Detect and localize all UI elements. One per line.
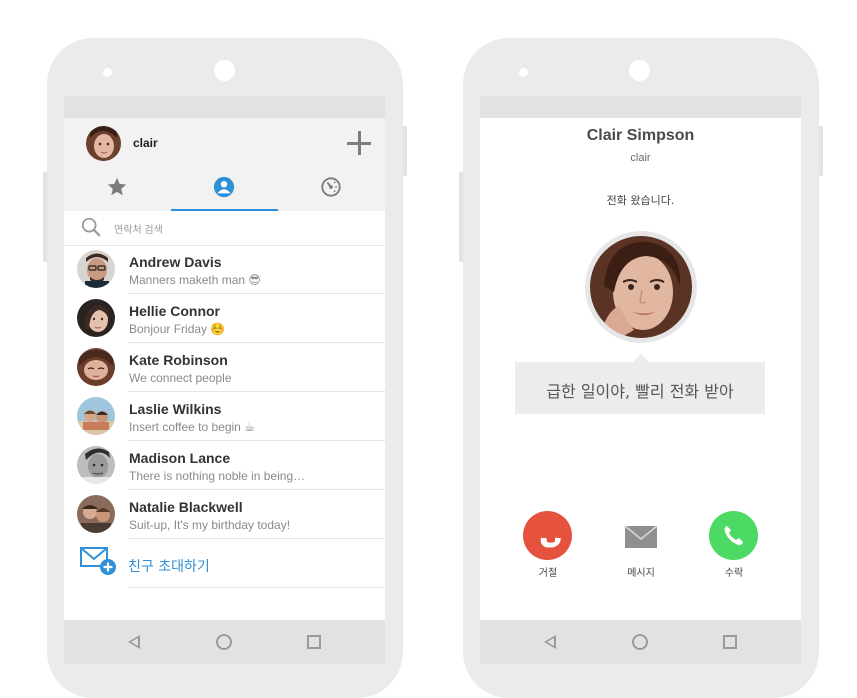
decline-phone-icon (540, 537, 561, 548)
profile-name: clair (133, 136, 158, 150)
contact-name: Hellie Connor (129, 303, 221, 319)
search-icon (81, 217, 101, 237)
caller-username: clair (630, 152, 651, 164)
front-camera (214, 60, 235, 81)
accept-button[interactable]: 수락 (704, 511, 764, 581)
person-icon (213, 176, 235, 198)
profile-avatar[interactable] (86, 126, 121, 161)
proximity-sensor (103, 68, 112, 77)
contact-name: Kate Robinson (129, 352, 228, 368)
nav-bar (64, 620, 385, 664)
decline-label: 거절 (538, 568, 558, 579)
divider (128, 587, 385, 588)
message-label: 메시지 (627, 568, 655, 579)
contact-status: There is nothing noble in being… (129, 469, 306, 483)
invite-label: 친구 초대하기 (128, 559, 210, 575)
avatar (77, 397, 115, 435)
contact-status: Suit-up, It's my birthday today! (129, 518, 291, 532)
home-icon[interactable] (632, 634, 648, 650)
search-input[interactable]: 연락처 검색 (114, 221, 163, 236)
back-icon[interactable] (544, 635, 556, 649)
tab-recent[interactable] (278, 173, 385, 211)
decline-button[interactable]: 거절 (518, 511, 578, 581)
message-bubble: 급한 일이야, 빨리 전화 받아 (515, 354, 765, 414)
phone-contacts: clair 연락처 검색 Andrew Davis Manners maketh… (43, 38, 407, 698)
contact-row[interactable]: Laslie Wilkins Insert coffee to begin ☕ (64, 392, 385, 441)
contact-status: We connect people (129, 371, 232, 385)
message-text: 급한 일이야, 빨리 전화 받아 (546, 382, 734, 401)
tab-favorites[interactable] (64, 173, 171, 211)
home-icon[interactable] (216, 634, 232, 650)
caller-avatar (585, 231, 697, 343)
avatar (77, 299, 115, 337)
contact-row[interactable]: Andrew Davis Manners maketh man 😎 (64, 245, 385, 294)
contact-name: Madison Lance (129, 450, 231, 466)
decline-circle[interactable] (523, 511, 572, 560)
phone-call: Clair Simpson clair 전화 왔습니다. 급한 일이야, 빨리 … (459, 38, 823, 698)
contacts-header: clair (64, 118, 385, 211)
message-button[interactable]: 메시지 (611, 511, 671, 581)
incoming-call-screen: Clair Simpson clair 전화 왔습니다. 급한 일이야, 빨리 … (480, 96, 801, 664)
volume-button (459, 172, 463, 262)
contacts-screen: clair 연락처 검색 Andrew Davis Manners maketh… (64, 96, 385, 664)
recent-dial-icon (321, 177, 341, 197)
back-icon[interactable] (128, 635, 140, 649)
power-button (819, 126, 823, 176)
avatar (77, 495, 115, 533)
proximity-sensor (519, 68, 528, 77)
status-bar (480, 96, 801, 118)
contact-name: Laslie Wilkins (129, 401, 222, 417)
contact-row[interactable]: Natalie Blackwell Suit-up, It's my birth… (64, 490, 385, 539)
invite-mail-icon (80, 547, 116, 575)
contact-name: Andrew Davis (129, 254, 222, 270)
avatar (77, 250, 115, 288)
contact-row[interactable]: Kate Robinson We connect people (64, 343, 385, 392)
contact-row[interactable]: Hellie Connor Bonjour Friday ☺️ (64, 294, 385, 343)
contact-status: Manners maketh man 😎 (129, 273, 261, 287)
contact-name: Natalie Blackwell (129, 499, 243, 515)
contact-search[interactable]: 연락처 검색 (64, 211, 385, 246)
accept-phone-icon (724, 526, 743, 545)
envelope-icon (624, 525, 658, 548)
contact-status: Bonjour Friday ☺️ (129, 322, 226, 336)
recent-apps-icon[interactable] (723, 635, 737, 649)
avatar (77, 348, 115, 386)
power-button (403, 126, 407, 176)
recent-apps-icon[interactable] (307, 635, 321, 649)
caller-name: Clair Simpson (586, 127, 695, 144)
avatar (77, 446, 115, 484)
accept-circle[interactable] (709, 511, 758, 560)
nav-bar (480, 620, 801, 664)
contact-status: Insert coffee to begin ☕ (129, 420, 255, 434)
volume-button (43, 172, 47, 262)
accept-label: 수락 (724, 568, 744, 579)
incoming-call-text: 전화 왔습니다. (606, 194, 675, 207)
star-icon (107, 177, 127, 196)
tab-contacts[interactable] (171, 173, 278, 211)
add-contact-button[interactable] (347, 131, 371, 155)
invite-friends-button[interactable]: 친구 초대하기 (64, 539, 385, 588)
status-bar (64, 96, 385, 118)
front-camera (629, 60, 650, 81)
contact-row[interactable]: Madison Lance There is nothing noble in … (64, 441, 385, 490)
